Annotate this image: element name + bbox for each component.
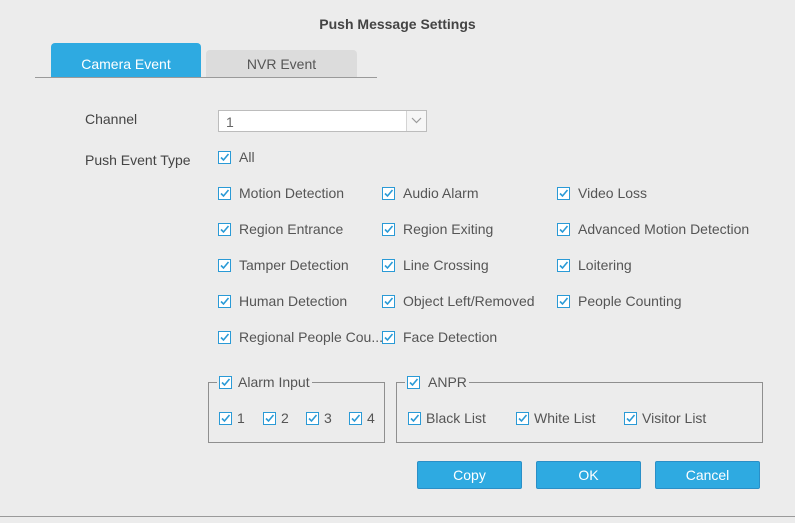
ok-button[interactable]: OK (536, 461, 641, 489)
checkbox-checked-icon[interactable] (557, 258, 570, 272)
tab-divider (35, 77, 377, 78)
event-label: Advanced Motion Detection (578, 221, 750, 237)
checkbox-checked-icon[interactable] (557, 186, 570, 200)
bottom-divider (0, 516, 795, 517)
alarm-input-item-label: 2 (281, 410, 289, 426)
event-label: Loitering (578, 257, 632, 273)
checkbox-checked-icon[interactable] (382, 222, 395, 236)
checkbox-audio-alarm[interactable]: Audio Alarm (382, 185, 478, 201)
checkbox-checked-icon[interactable] (516, 411, 529, 425)
dialog-title: Push Message Settings (319, 16, 476, 32)
event-label: Object Left/Removed (403, 293, 535, 309)
tab-nvr-event[interactable]: NVR Event (206, 50, 357, 77)
checkbox-checked-icon[interactable] (218, 150, 231, 164)
checkbox-all[interactable]: All (218, 149, 255, 165)
checkbox-checked-icon[interactable] (218, 294, 231, 308)
checkbox-people-counting[interactable]: People Counting (557, 293, 682, 309)
checkbox-checked-icon[interactable] (408, 411, 421, 425)
checkbox-checked-icon[interactable] (382, 294, 395, 308)
checkbox-region-entrance[interactable]: Region Entrance (218, 221, 343, 237)
checkbox-checked-icon[interactable] (382, 330, 395, 344)
event-label: Human Detection (239, 293, 348, 309)
checkbox-motion-detection[interactable]: Motion Detection (218, 185, 344, 201)
checkbox-checked-icon[interactable] (382, 258, 395, 272)
checkbox-checked-icon[interactable] (263, 411, 276, 425)
alarm-input-item-label: 4 (367, 410, 375, 426)
checkbox-checked-icon[interactable] (557, 294, 570, 308)
checkbox-checked-icon[interactable] (219, 411, 232, 425)
alarm-input-item-label: 3 (324, 410, 332, 426)
push-event-type-label: Push Event Type (85, 152, 191, 168)
anpr-item-label: Black List (426, 410, 486, 426)
event-label: Region Entrance (239, 221, 344, 237)
alarm-input-label: Alarm Input (238, 374, 310, 390)
channel-select-value: 1 (226, 114, 234, 130)
checkbox-alarm-input-4[interactable]: 4 (349, 410, 375, 426)
checkbox-checked-icon[interactable] (349, 411, 362, 425)
checkbox-alarm-input[interactable]: Alarm Input (217, 374, 312, 390)
checkbox-checked-icon[interactable] (218, 186, 231, 200)
checkbox-tamper-detection[interactable]: Tamper Detection (218, 257, 349, 273)
checkbox-line-crossing[interactable]: Line Crossing (382, 257, 489, 273)
checkbox-regional-people-counting[interactable]: Regional People Cou... (218, 329, 383, 345)
checkbox-object-left-removed[interactable]: Object Left/Removed (382, 293, 535, 309)
cancel-button[interactable]: Cancel (655, 461, 760, 489)
checkbox-human-detection[interactable]: Human Detection (218, 293, 347, 309)
channel-label: Channel (85, 111, 138, 127)
checkbox-checked-icon[interactable] (218, 258, 231, 272)
channel-select[interactable]: 1 (218, 110, 427, 132)
tab-camera-event[interactable]: Camera Event (51, 43, 201, 77)
event-label: Tamper Detection (239, 257, 349, 273)
anpr-item-label: White List (534, 410, 596, 426)
event-label: Audio Alarm (403, 185, 479, 201)
checkbox-checked-icon[interactable] (219, 375, 232, 389)
event-label: Video Loss (578, 185, 648, 201)
anpr-item-label: Visitor List (642, 410, 707, 426)
event-label: Motion Detection (239, 185, 345, 201)
checkbox-alarm-input-3[interactable]: 3 (306, 410, 332, 426)
event-label: Regional People Cou... (239, 329, 383, 345)
event-label: Face Detection (403, 329, 498, 345)
chevron-down-icon[interactable] (406, 111, 426, 131)
checkbox-anpr[interactable]: ANPR (405, 374, 469, 390)
checkbox-checked-icon[interactable] (218, 222, 231, 236)
checkbox-checked-icon[interactable] (557, 222, 570, 236)
event-label: People Counting (578, 293, 682, 309)
checkbox-checked-icon[interactable] (218, 330, 231, 344)
checkbox-alarm-input-1[interactable]: 1 (219, 410, 245, 426)
event-label: Region Exiting (403, 221, 494, 237)
checkbox-black-list[interactable]: Black List (408, 410, 486, 426)
event-label: Line Crossing (403, 257, 489, 273)
checkbox-alarm-input-2[interactable]: 2 (263, 410, 289, 426)
checkbox-video-loss[interactable]: Video Loss (557, 185, 647, 201)
copy-button[interactable]: Copy (417, 461, 522, 489)
checkbox-checked-icon[interactable] (382, 186, 395, 200)
checkbox-visitor-list[interactable]: Visitor List (624, 410, 706, 426)
checkbox-loitering[interactable]: Loitering (557, 257, 632, 273)
checkbox-advanced-motion-detection[interactable]: Advanced Motion Detection (557, 221, 749, 237)
alarm-input-item-label: 1 (237, 410, 245, 426)
checkbox-checked-icon[interactable] (306, 411, 319, 425)
checkbox-all-label: All (239, 149, 255, 165)
checkbox-white-list[interactable]: White List (516, 410, 595, 426)
checkbox-checked-icon[interactable] (407, 375, 420, 389)
checkbox-face-detection[interactable]: Face Detection (382, 329, 497, 345)
checkbox-checked-icon[interactable] (624, 411, 637, 425)
checkbox-region-exiting[interactable]: Region Exiting (382, 221, 493, 237)
anpr-label: ANPR (428, 374, 467, 390)
